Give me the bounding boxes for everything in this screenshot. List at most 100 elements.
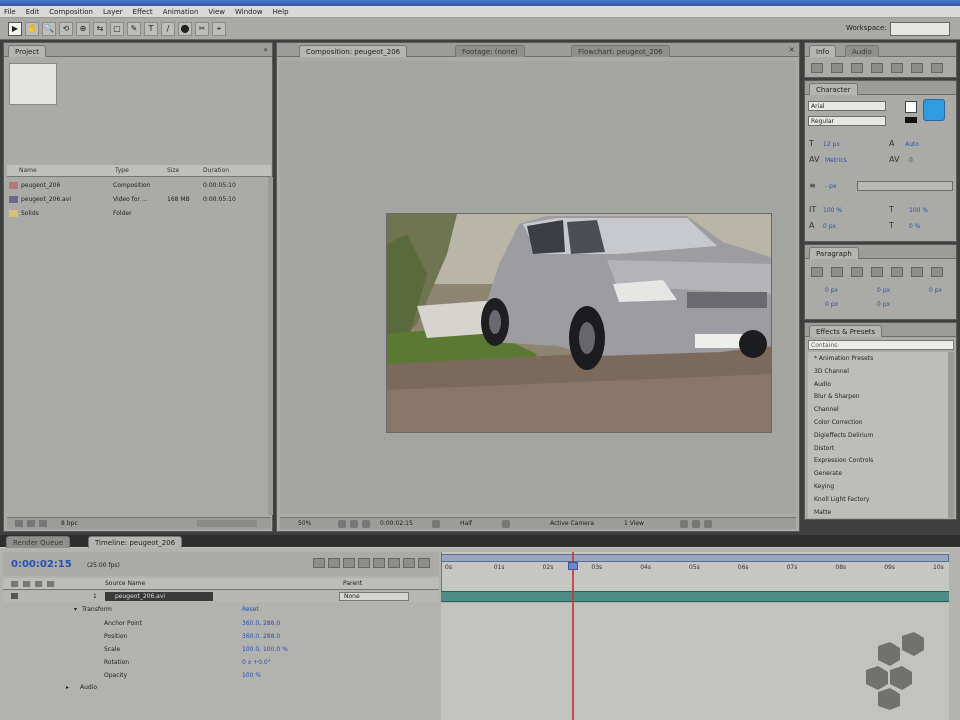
- property-value[interactable]: 100 %: [242, 672, 261, 679]
- current-time-indicator[interactable]: [571, 552, 574, 720]
- stroke-color-swatch[interactable]: [905, 101, 917, 113]
- col-parent[interactable]: Parent: [343, 580, 362, 587]
- timeline-switch-4[interactable]: [358, 558, 370, 568]
- timeline-switch-6[interactable]: [388, 558, 400, 568]
- indent-left-value[interactable]: 0 px: [825, 287, 838, 294]
- tool-button-12[interactable]: ✂: [195, 22, 209, 36]
- menu-file[interactable]: File: [4, 8, 16, 16]
- effects-category[interactable]: Digieffects Delirium: [814, 432, 873, 439]
- panel-menu-icon[interactable]: »: [263, 45, 268, 54]
- tab-render-queue[interactable]: Render Queue: [6, 536, 71, 548]
- channel-icon[interactable]: [432, 520, 440, 528]
- menu-edit[interactable]: Edit: [26, 8, 40, 16]
- tab-paragraph[interactable]: Paragraph: [809, 247, 859, 259]
- timeline-switch-1[interactable]: [313, 558, 325, 568]
- tab-footage[interactable]: Footage: (none): [455, 45, 525, 57]
- effects-category[interactable]: Keying: [814, 483, 834, 490]
- tab-effects-presets[interactable]: Effects & Presets: [809, 325, 883, 337]
- playback-control-5[interactable]: [891, 63, 903, 73]
- tab-character[interactable]: Character: [809, 83, 858, 95]
- kerning-value[interactable]: Metrics: [825, 157, 847, 164]
- tracking-value[interactable]: 0: [909, 157, 913, 164]
- tool-button-5[interactable]: ⊕: [76, 22, 90, 36]
- menu-effect[interactable]: Effect: [133, 8, 153, 16]
- layer-name-highlight[interactable]: peugeot_206.avi: [105, 592, 213, 601]
- effects-category[interactable]: Matte: [814, 509, 831, 516]
- align-button-5[interactable]: [891, 267, 903, 277]
- effects-category[interactable]: Audio: [814, 381, 831, 388]
- col-source-name[interactable]: Source Name: [105, 580, 145, 587]
- vertical-scale-value[interactable]: 100 %: [823, 207, 842, 214]
- playback-control-4[interactable]: [871, 63, 883, 73]
- font-size-value[interactable]: 12 px: [823, 141, 840, 148]
- tab-info[interactable]: Info: [809, 45, 837, 57]
- align-button-7[interactable]: [931, 267, 943, 277]
- leading-value[interactable]: Auto: [905, 141, 919, 148]
- grid-icon[interactable]: [338, 520, 346, 528]
- tool-button-2[interactable]: ✋: [25, 22, 39, 36]
- project-h-scrollbar[interactable]: [197, 520, 257, 527]
- bpc-label[interactable]: 8 bpc: [61, 520, 78, 527]
- align-button-2[interactable]: [831, 267, 843, 277]
- align-button-4[interactable]: [871, 267, 883, 277]
- flowchart-icon[interactable]: [704, 520, 712, 528]
- lock-icon[interactable]: [47, 581, 54, 587]
- menu-help[interactable]: Help: [273, 8, 289, 16]
- effects-category[interactable]: Distort: [814, 445, 834, 452]
- tab-audio[interactable]: Audio: [845, 45, 879, 57]
- parent-select[interactable]: None: [339, 592, 409, 601]
- align-button-6[interactable]: [911, 267, 923, 277]
- effects-category[interactable]: Generate: [814, 470, 842, 477]
- current-time-indicator-head[interactable]: [567, 562, 578, 570]
- menu-layer[interactable]: Layer: [103, 8, 123, 16]
- effects-category[interactable]: Color Correction: [814, 419, 863, 426]
- eye-icon[interactable]: [11, 581, 18, 587]
- tool-button-3[interactable]: 🔍: [42, 22, 56, 36]
- baseline-shift-value[interactable]: 0 px: [823, 223, 836, 230]
- layer-visibility-icon[interactable]: [11, 593, 18, 599]
- layer-row[interactable]: 1 peugeot_206.avi None: [3, 591, 439, 602]
- align-button-3[interactable]: [851, 267, 863, 277]
- audio-icon[interactable]: [23, 581, 30, 587]
- menu-window[interactable]: Window: [235, 8, 263, 16]
- space-before-value[interactable]: 0 px: [825, 301, 838, 308]
- tsume-value[interactable]: 0 %: [909, 223, 920, 230]
- close-icon[interactable]: ×: [788, 45, 795, 54]
- new-folder-icon[interactable]: [27, 520, 35, 527]
- time-navigator[interactable]: [441, 554, 949, 562]
- timeline-switch-8[interactable]: [418, 558, 430, 568]
- timeline-switch-3[interactable]: [343, 558, 355, 568]
- tool-button-11[interactable]: ⬤: [178, 22, 192, 36]
- effects-search-input[interactable]: Contains:: [808, 340, 954, 350]
- solo-icon[interactable]: [35, 581, 42, 587]
- effects-scrollbar[interactable]: [948, 352, 954, 518]
- timeline-switch-7[interactable]: [403, 558, 415, 568]
- workspace-select[interactable]: [890, 22, 950, 36]
- mask-icon[interactable]: [350, 520, 358, 528]
- audio-expander-icon[interactable]: ▸: [66, 684, 69, 691]
- fast-preview-icon[interactable]: [692, 520, 700, 528]
- resolution-select[interactable]: Half: [460, 520, 472, 527]
- effects-category[interactable]: Channel: [814, 406, 839, 413]
- playback-control-6[interactable]: [911, 63, 923, 73]
- property-value[interactable]: 360.0, 288.0: [242, 620, 280, 627]
- playback-control-3[interactable]: [851, 63, 863, 73]
- playback-control-2[interactable]: [831, 63, 843, 73]
- align-button-1[interactable]: [811, 267, 823, 277]
- layer-duration-bar[interactable]: [441, 591, 949, 602]
- tool-button-6[interactable]: ⇆: [93, 22, 107, 36]
- col-size[interactable]: Size: [167, 167, 179, 174]
- tab-project[interactable]: Project: [8, 45, 46, 57]
- effects-category[interactable]: Blur & Sharpen: [814, 393, 860, 400]
- fill-color-swatch[interactable]: [923, 99, 945, 121]
- col-duration[interactable]: Duration: [203, 167, 229, 174]
- col-type[interactable]: Type: [115, 167, 129, 174]
- magnification-select[interactable]: 50%: [298, 520, 311, 527]
- indent-first-value[interactable]: 0 px: [929, 287, 942, 294]
- font-style-select[interactable]: Regular: [808, 116, 886, 126]
- property-value[interactable]: 0 x +0.0°: [242, 659, 271, 666]
- tool-button-9[interactable]: T: [144, 22, 158, 36]
- transform-reset-link[interactable]: Reset: [242, 606, 259, 613]
- horizontal-scale-value[interactable]: 100 %: [909, 207, 928, 214]
- project-item[interactable]: Solids Folder: [7, 207, 265, 220]
